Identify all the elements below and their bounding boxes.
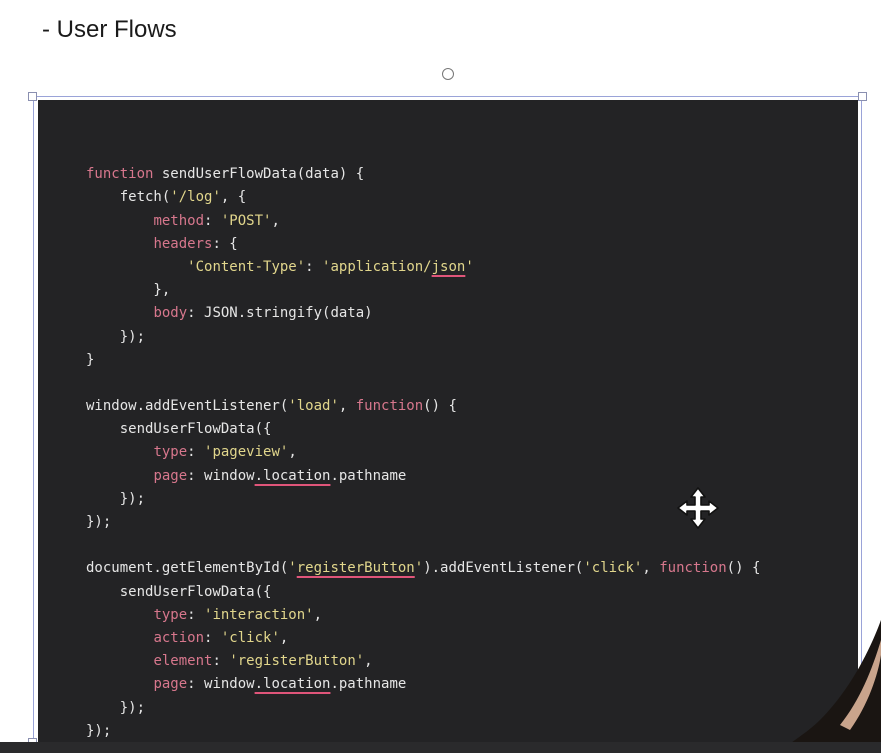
- bottom-bar: [0, 742, 881, 753]
- selection-frame[interactable]: [33, 96, 862, 753]
- move-cursor-icon: [677, 487, 719, 529]
- resize-handle-top-right[interactable]: [858, 92, 867, 101]
- presenter-silhouette: [780, 620, 881, 753]
- slide-canvas: - User Flows function sendUserFlowData(d…: [0, 0, 881, 753]
- resize-handle-top-left[interactable]: [28, 92, 37, 101]
- rotate-handle-icon[interactable]: [442, 68, 454, 80]
- slide-heading[interactable]: - User Flows: [42, 16, 177, 44]
